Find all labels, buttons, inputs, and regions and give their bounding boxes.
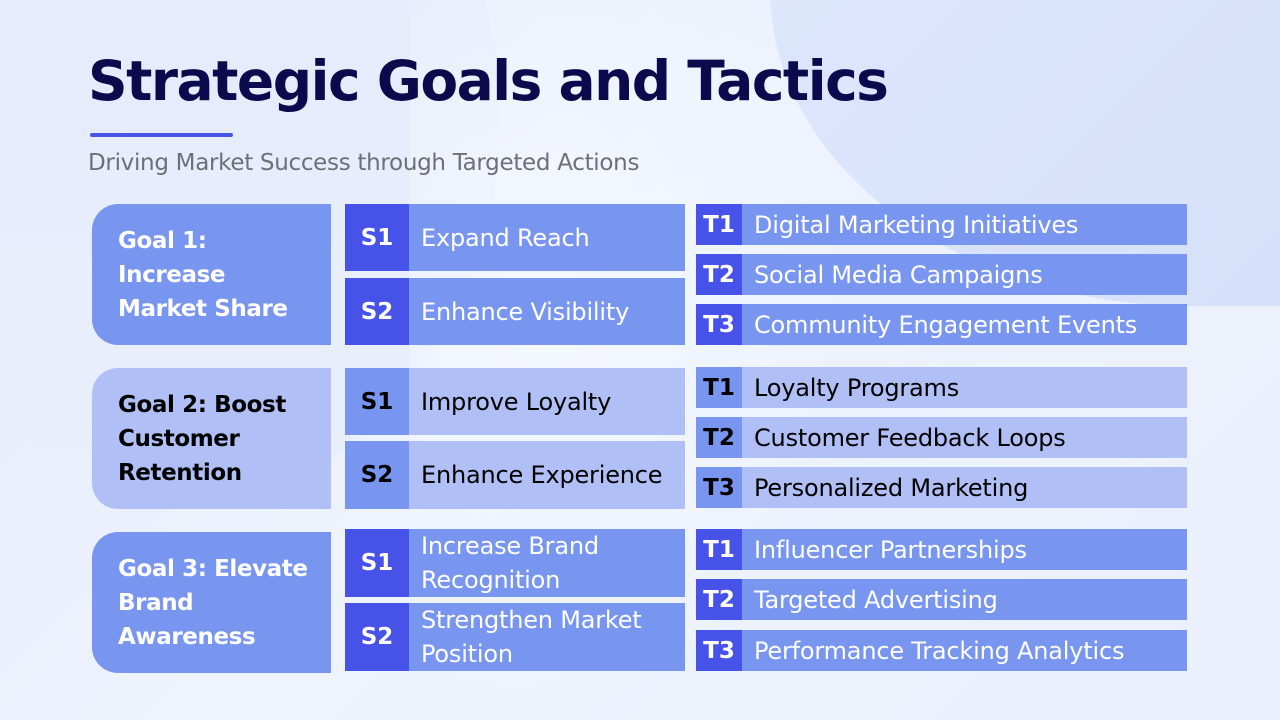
tactic-code: T3	[696, 467, 742, 508]
tactic-label: Influencer Partnerships	[742, 529, 1187, 570]
strategy-label: Expand Reach	[409, 204, 685, 271]
strategy-row: S2 Enhance Visibility	[345, 278, 685, 345]
tactic-code: T2	[696, 254, 742, 295]
strategy-label: Strengthen Market Position	[409, 603, 685, 671]
strategy-label: Improve Loyalty	[409, 368, 685, 435]
tactic-code: T1	[696, 204, 742, 245]
tactic-label: Loyalty Programs	[742, 367, 1187, 408]
tactic-label: Customer Feedback Loops	[742, 417, 1187, 458]
goal-label: Goal 1: Increase Market Share	[118, 227, 288, 322]
strategy-label: Enhance Visibility	[409, 278, 685, 345]
tactic-code: T3	[696, 630, 742, 671]
strategy-code: S1	[345, 204, 409, 271]
tactic-row: T2 Customer Feedback Loops	[696, 417, 1187, 458]
tactic-row: T3 Personalized Marketing	[696, 467, 1187, 508]
strategy-row: S2 Strengthen Market Position	[345, 603, 685, 671]
tactic-row: T2 Targeted Advertising	[696, 579, 1187, 620]
strategy-code: S2	[345, 441, 409, 509]
title-underline	[90, 133, 233, 137]
tactic-label: Personalized Marketing	[742, 467, 1187, 508]
tactic-code: T2	[696, 417, 742, 458]
tactic-code: T1	[696, 529, 742, 570]
strategy-row: S1 Improve Loyalty	[345, 368, 685, 435]
tactic-row: T1 Loyalty Programs	[696, 367, 1187, 408]
tactic-label: Social Media Campaigns	[742, 254, 1187, 295]
tactic-label: Targeted Advertising	[742, 579, 1187, 620]
strategy-row: S1 Expand Reach	[345, 204, 685, 271]
strategy-row: S1 Increase Brand Recognition	[345, 529, 685, 597]
goal-label: Goal 3: Elevate Brand Awareness	[118, 555, 308, 650]
page-subtitle: Driving Market Success through Targeted …	[88, 150, 640, 176]
tactic-label: Performance Tracking Analytics	[742, 630, 1187, 671]
tactic-code: T2	[696, 579, 742, 620]
tactic-row: T3 Performance Tracking Analytics	[696, 630, 1187, 671]
tactic-code: T3	[696, 304, 742, 345]
strategy-code: S2	[345, 603, 409, 671]
goal-box: Goal 2: Boost Customer Retention	[92, 368, 331, 509]
strategy-code: S2	[345, 278, 409, 345]
strategy-label: Enhance Experience	[409, 441, 685, 509]
goal-box: Goal 3: Elevate Brand Awareness	[92, 532, 331, 673]
page-title: Strategic Goals and Tactics	[88, 49, 889, 113]
tactic-row: T1 Digital Marketing Initiatives	[696, 204, 1187, 245]
strategy-row: S2 Enhance Experience	[345, 441, 685, 509]
strategy-code: S1	[345, 529, 409, 597]
tactic-label: Community Engagement Events	[742, 304, 1187, 345]
goal-box: Goal 1: Increase Market Share	[92, 204, 331, 345]
tactic-row: T1 Influencer Partnerships	[696, 529, 1187, 570]
strategy-label: Increase Brand Recognition	[409, 529, 685, 597]
tactic-row: T3 Community Engagement Events	[696, 304, 1187, 345]
strategy-code: S1	[345, 368, 409, 435]
tactic-label: Digital Marketing Initiatives	[742, 204, 1187, 245]
tactic-row: T2 Social Media Campaigns	[696, 254, 1187, 295]
goal-label: Goal 2: Boost Customer Retention	[118, 391, 286, 486]
tactic-code: T1	[696, 367, 742, 408]
